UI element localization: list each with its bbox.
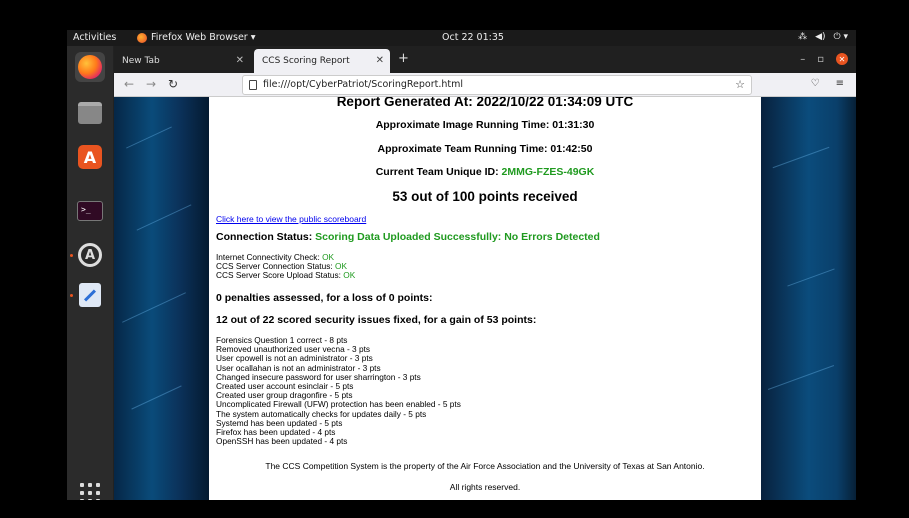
tab-scoring-report[interactable]: CCS Scoring Report ✕ <box>254 49 390 73</box>
check-label: CCS Server Score Upload Status: <box>216 270 344 281</box>
back-icon[interactable]: ← <box>124 77 134 91</box>
pocket-icon[interactable]: ♡ <box>811 78 820 89</box>
maximize-icon[interactable]: ▫ <box>817 54 824 65</box>
report-generated: Report Generated At: 2022/10/22 01:34:09… <box>336 97 634 109</box>
list-item: OpenSSH has been updated - 4 pts <box>216 436 348 447</box>
dock-terminal[interactable]: >_ <box>75 196 105 226</box>
files-icon <box>78 102 102 124</box>
running-indicator <box>70 294 73 297</box>
app-menu[interactable]: Firefox Web Browser ▾ <box>137 32 255 43</box>
url-text: file:///opt/CyberPatriot/ScoringReport.h… <box>263 79 464 90</box>
points-received: 53 out of 100 points received <box>392 189 578 204</box>
team-unique-id: Current Team Unique ID: 2MMG-FZES-49GK <box>209 166 761 178</box>
page-icon <box>249 80 257 90</box>
dock: A >_ A <box>67 46 114 500</box>
close-window-icon[interactable]: ✕ <box>836 53 848 65</box>
connection-status-label: Connection Status: <box>216 231 316 243</box>
team-running-time: Approximate Team Running Time: 01:42:50 <box>377 143 593 155</box>
check-row: CCS Server Score Upload Status: OK <box>216 271 355 280</box>
activities-button[interactable]: Activities <box>73 32 116 43</box>
cyberpatriot-icon: A <box>78 243 102 267</box>
clock[interactable]: Oct 22 01:35 <box>442 32 504 43</box>
issues-fixed-heading: 12 out of 22 scored security issues fixe… <box>216 314 537 326</box>
desktop: Activities Firefox Web Browser ▾ Oct 22 … <box>67 30 856 500</box>
close-tab-icon[interactable]: ✕ <box>236 55 244 66</box>
dock-text-editor[interactable] <box>75 280 105 310</box>
power-icon: ⏻ ▾ <box>833 32 849 42</box>
background-image-right <box>761 97 856 500</box>
team-id-label: Current Team Unique ID: <box>375 166 502 178</box>
app-grid-icon <box>80 483 100 500</box>
connection-status: Connection Status: Scoring Data Uploaded… <box>216 231 600 243</box>
new-tab-button[interactable]: + <box>398 51 409 66</box>
image-running-time: Approximate Image Running Time: 01:31:30 <box>375 119 595 131</box>
bookmark-star-icon[interactable]: ☆ <box>735 78 745 91</box>
page-content: Report Generated At: 2022/10/22 01:34:09… <box>114 97 856 500</box>
dock-cyberpatriot[interactable]: A <box>75 240 105 270</box>
firefox-window: New Tab ✕ CCS Scoring Report ✕ + – ▫ ✕ ←… <box>114 46 856 500</box>
connection-checks: Internet Connectivity Check: OK CCS Serv… <box>216 252 355 281</box>
tab-label: CCS Scoring Report <box>262 56 350 66</box>
firefox-icon <box>78 55 102 79</box>
network-icon: ⁂ <box>798 32 808 42</box>
footer-rights: All rights reserved. <box>449 482 521 492</box>
software-store-icon: A <box>78 145 102 169</box>
reload-icon[interactable]: ↻ <box>168 77 178 91</box>
forward-icon[interactable]: → <box>146 77 156 91</box>
top-bar: Activities Firefox Web Browser ▾ Oct 22 … <box>67 30 856 46</box>
dock-files[interactable] <box>75 98 105 128</box>
footer-ownership: The CCS Competition System is the proper… <box>265 461 705 471</box>
navigation-bar: ← → ↻ file:///opt/CyberPatriot/ScoringRe… <box>114 73 856 97</box>
terminal-icon: >_ <box>77 201 103 221</box>
toolbar-right: ♡ ≡ <box>811 78 844 89</box>
running-indicator <box>70 254 73 257</box>
scored-items-list: Forensics Question 1 correct - 8 pts Rem… <box>216 335 461 447</box>
scoring-report: Report Generated At: 2022/10/22 01:34:09… <box>209 97 761 500</box>
tab-new-tab[interactable]: New Tab ✕ <box>114 49 250 73</box>
check-value: OK <box>343 270 356 281</box>
dock-software[interactable]: A <box>75 142 105 172</box>
scoreboard-link[interactable]: Click here to view the public scoreboard <box>216 214 366 224</box>
minimize-icon[interactable]: – <box>800 54 805 65</box>
url-bar[interactable]: file:///opt/CyberPatriot/ScoringReport.h… <box>242 75 752 95</box>
window-controls: – ▫ ✕ <box>800 53 848 65</box>
close-tab-icon[interactable]: ✕ <box>376 55 384 66</box>
text-editor-icon <box>79 283 101 307</box>
system-tray[interactable]: ⁂ ◀) ⏻ ▾ <box>798 32 848 42</box>
app-menu-label: Firefox Web Browser ▾ <box>151 32 256 43</box>
team-id-value: 2MMG-FZES-49GK <box>501 166 595 178</box>
menu-icon[interactable]: ≡ <box>836 78 844 89</box>
dock-firefox[interactable] <box>75 52 105 82</box>
connection-status-value: Scoring Data Uploaded Successfully: No E… <box>315 231 600 243</box>
penalties-heading: 0 penalties assessed, for a loss of 0 po… <box>216 292 433 304</box>
volume-icon: ◀) <box>815 32 826 42</box>
show-applications-button[interactable] <box>75 478 105 500</box>
tab-bar: New Tab ✕ CCS Scoring Report ✕ + – ▫ ✕ <box>114 46 856 73</box>
firefox-icon <box>137 32 147 43</box>
tab-label: New Tab <box>122 56 160 66</box>
background-image-left <box>114 97 209 500</box>
